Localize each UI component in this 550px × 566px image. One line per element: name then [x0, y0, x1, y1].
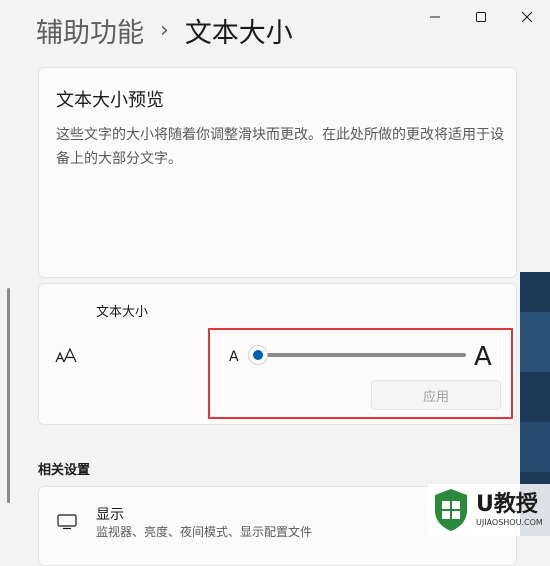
watermark-logo-icon: [435, 489, 467, 531]
breadcrumb-separator: ›: [160, 18, 169, 43]
watermark-brand: U教授: [476, 491, 538, 517]
monitor-icon: [57, 514, 77, 530]
minimize-button[interactable]: [412, 0, 458, 34]
minimize-icon: [430, 16, 440, 18]
scrollbar[interactable]: [7, 288, 10, 503]
related-settings-heading: 相关设置: [38, 463, 91, 478]
watermark-domain: UJIAOSHOU.COM: [476, 517, 543, 527]
highlight-box: [208, 328, 513, 419]
close-button[interactable]: [504, 0, 550, 34]
maximize-button[interactable]: [458, 0, 504, 34]
breadcrumb-parent-link[interactable]: 辅助功能: [36, 11, 144, 50]
breadcrumb: 辅助功能 › 文本大小: [36, 11, 293, 50]
window-controls: [412, 0, 550, 34]
watermark: U教授 UJIAOSHOU.COM: [428, 484, 550, 536]
close-icon: [521, 11, 533, 23]
maximize-icon: [476, 12, 486, 22]
display-title: 显示: [96, 507, 124, 523]
display-subtitle: 监视器、亮度、夜间模式、显示配置文件: [96, 525, 313, 539]
preview-description: 这些文字的大小将随着你调整滑块而更改。在此处所做的更改将适用于设备上的大部分文字…: [56, 127, 504, 167]
text-size-icon: [55, 347, 77, 363]
text-preview-card: 文本大小预览 这些文字的大小将随着你调整滑块而更改。在此处所做的更改将适用于设备…: [38, 67, 517, 278]
page-title: 文本大小: [184, 18, 293, 49]
text-size-label: 文本大小: [96, 305, 149, 320]
preview-title: 文本大小预览: [56, 90, 164, 111]
